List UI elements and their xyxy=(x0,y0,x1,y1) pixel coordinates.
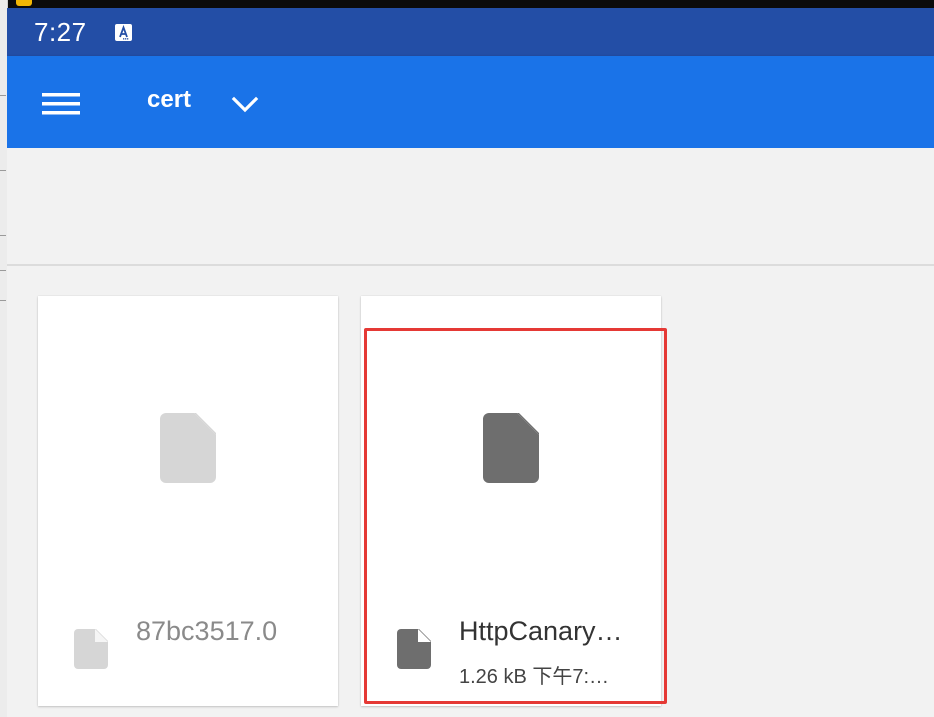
a-text-icon xyxy=(115,24,132,41)
folder-title[interactable]: cert xyxy=(147,86,191,114)
hamburger-menu-icon[interactable] xyxy=(31,84,91,124)
file-thumbnail xyxy=(38,296,338,596)
desktop-badge xyxy=(16,0,32,6)
status-bar: 7:27 xyxy=(7,8,934,56)
file-card[interactable]: HttpCanary… 1.26 kB 下午7:… xyxy=(361,296,661,706)
file-grid: 87bc3517.0 HttpCanary… 1.26 kB 下午7:… xyxy=(7,266,934,717)
toolbar-area xyxy=(7,148,934,266)
file-name: HttpCanary… xyxy=(459,616,623,646)
chevron-down-icon[interactable] xyxy=(229,88,261,120)
file-icon xyxy=(397,629,431,669)
app-bar: cert xyxy=(7,56,934,148)
file-card[interactable]: 87bc3517.0 xyxy=(38,296,338,706)
file-icon xyxy=(160,413,216,483)
file-icon xyxy=(483,413,539,483)
android-device-screen: 7:27 cert 87bc3517.0 HttpCanary… 1.26 kB… xyxy=(7,8,934,717)
file-name: 87bc3517.0 xyxy=(136,616,278,646)
desktop-top-strip xyxy=(0,0,934,8)
file-icon xyxy=(74,629,108,669)
file-thumbnail xyxy=(361,296,661,596)
file-meta: 1.26 kB 下午7:… xyxy=(459,666,610,688)
status-time: 7:27 xyxy=(34,17,87,47)
